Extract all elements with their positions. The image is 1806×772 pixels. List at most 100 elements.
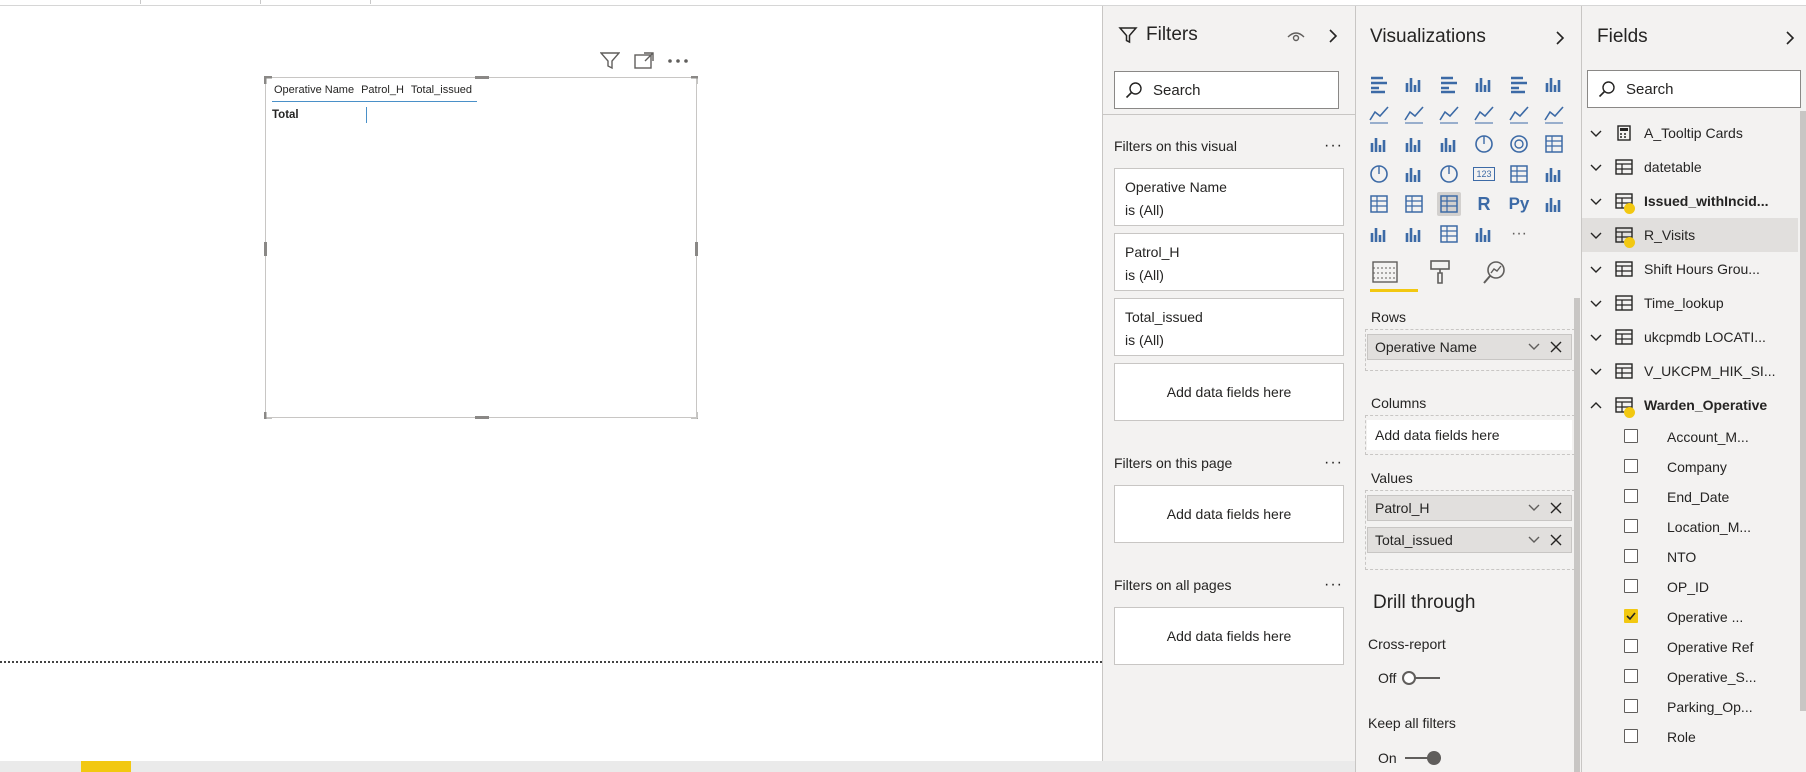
stacked-area-icon[interactable] xyxy=(1437,102,1461,126)
field-checkbox[interactable] xyxy=(1624,609,1638,623)
scatter-icon[interactable] xyxy=(1437,132,1461,156)
chevron-down-icon[interactable] xyxy=(1589,331,1603,343)
rows-field-pill[interactable]: Operative Name xyxy=(1367,334,1572,360)
focus-mode-icon[interactable] xyxy=(633,50,655,72)
active-page-tab[interactable] xyxy=(81,761,131,772)
filter-card-patrol-h[interactable]: Patrol_H is (All) xyxy=(1114,233,1344,291)
keep-all-filters-toggle[interactable]: On xyxy=(1378,750,1443,766)
map-icon[interactable] xyxy=(1367,162,1391,186)
field-checkbox[interactable] xyxy=(1624,549,1638,563)
add-visual-filter-dropzone[interactable]: Add data fields here xyxy=(1114,363,1344,421)
qa-icon[interactable] xyxy=(1402,222,1426,246)
field-row[interactable]: Role xyxy=(1582,722,1798,752)
values-field-pill[interactable]: Patrol_H xyxy=(1367,495,1572,521)
field-checkbox[interactable] xyxy=(1624,699,1638,713)
chevron-down-icon[interactable] xyxy=(1589,263,1603,275)
100-stacked-column-icon[interactable] xyxy=(1542,72,1566,96)
field-checkbox[interactable] xyxy=(1624,579,1638,593)
line-clustered-column-icon[interactable] xyxy=(1472,102,1496,126)
columns-add-fields[interactable]: Add data fields here xyxy=(1367,420,1572,450)
more-options-icon[interactable]: ··· xyxy=(1324,454,1343,472)
resize-handle-top[interactable] xyxy=(475,76,489,79)
field-checkbox[interactable] xyxy=(1624,519,1638,533)
add-page-filter-dropzone[interactable]: Add data fields here xyxy=(1114,485,1344,543)
field-checkbox[interactable] xyxy=(1624,459,1638,473)
more-options-icon[interactable] xyxy=(667,50,689,72)
filter-card-total-issued[interactable]: Total_issued is (All) xyxy=(1114,298,1344,356)
toggle-switch[interactable] xyxy=(1402,671,1442,685)
toggle-switch[interactable] xyxy=(1403,751,1443,765)
filters-search-input[interactable]: Search xyxy=(1114,71,1339,109)
chevron-down-icon[interactable] xyxy=(1589,365,1603,377)
matrix-column-header[interactable]: Patrol_H xyxy=(359,84,409,101)
multi-row-card-icon[interactable] xyxy=(1507,162,1531,186)
slicer-icon[interactable] xyxy=(1367,192,1391,216)
eye-icon[interactable] xyxy=(1286,28,1306,44)
field-row[interactable]: Location_M... xyxy=(1582,512,1798,542)
close-icon[interactable] xyxy=(1549,340,1563,354)
field-checkbox[interactable] xyxy=(1624,669,1638,683)
more-visuals-icon[interactable]: ··· xyxy=(1507,222,1531,246)
field-row[interactable]: Parking_Op... xyxy=(1582,692,1798,722)
fields-scrollbar[interactable] xyxy=(1800,111,1806,711)
ribbon-chart-icon[interactable] xyxy=(1542,102,1566,126)
field-table-row[interactable]: Warden_Operative xyxy=(1582,388,1798,422)
field-checkbox[interactable] xyxy=(1624,639,1638,653)
values-field-pill[interactable]: Total_issued xyxy=(1367,527,1572,553)
area-chart-icon[interactable] xyxy=(1402,102,1426,126)
field-checkbox[interactable] xyxy=(1624,429,1638,443)
resize-handle-left[interactable] xyxy=(264,242,267,256)
donut-icon[interactable] xyxy=(1507,132,1531,156)
100-stacked-bar-icon[interactable] xyxy=(1507,72,1531,96)
resize-handle-top-right[interactable] xyxy=(690,76,698,84)
line-chart-icon[interactable] xyxy=(1367,102,1391,126)
field-row[interactable]: End_Date xyxy=(1582,482,1798,512)
collapse-filters-chevron-icon[interactable] xyxy=(1325,26,1341,46)
filter-card-operative-name[interactable]: Operative Name is (All) xyxy=(1114,168,1344,226)
matrix-column-header[interactable]: Operative Name xyxy=(272,84,359,101)
chevron-down-icon[interactable] xyxy=(1527,340,1541,354)
clustered-bar-icon[interactable] xyxy=(1437,72,1461,96)
key-influencers-icon[interactable] xyxy=(1542,192,1566,216)
close-icon[interactable] xyxy=(1549,501,1563,515)
field-table-row[interactable]: V_UKCPM_HIK_SI... xyxy=(1582,354,1798,388)
field-row[interactable]: Operative Ref xyxy=(1582,632,1798,662)
chevron-down-icon[interactable] xyxy=(1527,533,1541,547)
waterfall-icon[interactable] xyxy=(1367,132,1391,156)
matrix-visual[interactable]: Operative Name Patrol_H Total_issued Tot… xyxy=(264,76,698,419)
clustered-column-icon[interactable] xyxy=(1472,72,1496,96)
field-row[interactable]: Operative ... xyxy=(1582,602,1798,632)
collapse-fields-chevron-icon[interactable] xyxy=(1782,28,1798,48)
cross-report-toggle[interactable]: Off xyxy=(1378,670,1442,686)
resize-handle-bottom[interactable] xyxy=(475,416,489,419)
field-table-row[interactable]: Shift Hours Grou... xyxy=(1582,252,1798,286)
more-options-icon[interactable]: ··· xyxy=(1324,137,1343,155)
stacked-column-icon[interactable] xyxy=(1402,72,1426,96)
treemap-icon[interactable] xyxy=(1542,132,1566,156)
filled-map-icon[interactable] xyxy=(1402,162,1426,186)
field-row[interactable]: NTO xyxy=(1582,542,1798,572)
field-row[interactable]: OP_ID xyxy=(1582,572,1798,602)
analytics-tab-icon[interactable] xyxy=(1480,258,1510,286)
collapse-visualizations-chevron-icon[interactable] xyxy=(1552,28,1568,48)
gauge-icon[interactable] xyxy=(1437,162,1461,186)
visual-filter-icon[interactable] xyxy=(599,50,621,72)
card-icon[interactable]: 123 xyxy=(1472,162,1496,186)
fields-tab-icon[interactable] xyxy=(1370,258,1418,292)
field-table-row[interactable]: R_Visits xyxy=(1582,218,1798,252)
field-checkbox[interactable] xyxy=(1624,729,1638,743)
field-table-row[interactable]: ukcpmdb LOCATI... xyxy=(1582,320,1798,354)
chevron-down-icon[interactable] xyxy=(1589,229,1603,241)
chevron-down-icon[interactable] xyxy=(1589,127,1603,139)
chevron-down-icon[interactable] xyxy=(1589,297,1603,309)
fields-search-input[interactable]: Search xyxy=(1587,70,1801,108)
more-options-icon[interactable]: ··· xyxy=(1324,576,1343,594)
chevron-down-icon[interactable] xyxy=(1527,501,1541,515)
line-stacked-column-icon[interactable] xyxy=(1507,102,1531,126)
resize-handle-right[interactable] xyxy=(695,242,698,256)
chevron-down-icon[interactable] xyxy=(1589,161,1603,173)
visualizations-scrollbar[interactable] xyxy=(1574,298,1580,772)
field-table-row[interactable]: Time_lookup xyxy=(1582,286,1798,320)
r-visual-icon[interactable]: R xyxy=(1472,192,1496,216)
field-table-row[interactable]: datetable xyxy=(1582,150,1798,184)
